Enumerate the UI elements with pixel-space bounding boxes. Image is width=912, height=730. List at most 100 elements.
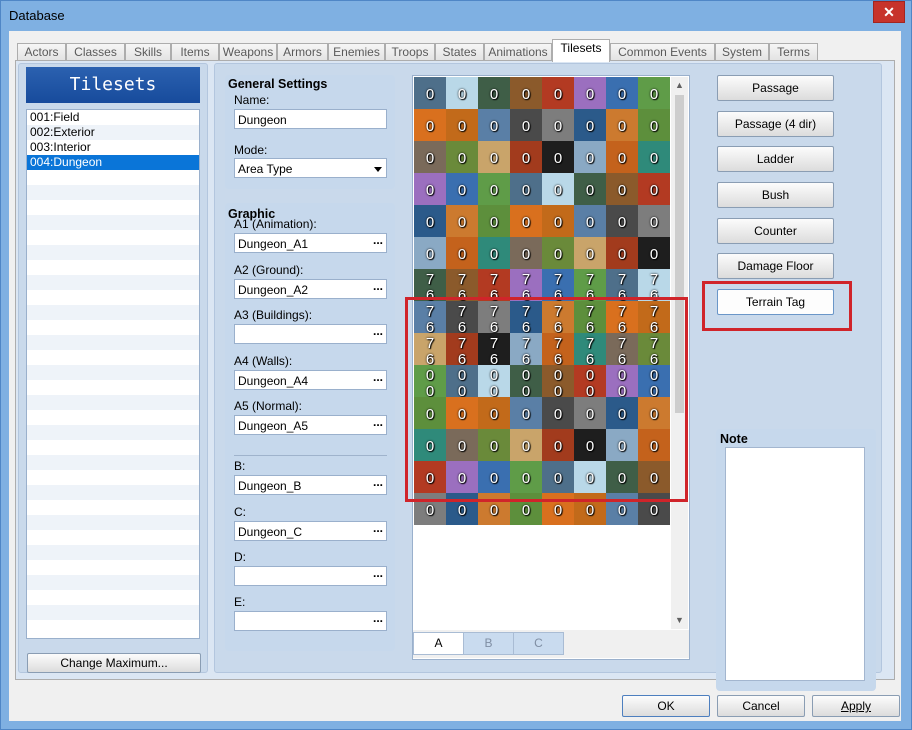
tile-cell[interactable]: 0 (478, 77, 510, 109)
tab-actors[interactable]: Actors (17, 43, 66, 61)
tile-cell[interactable]: 0 (446, 109, 478, 141)
list-item[interactable]: 002:Exterior (27, 125, 199, 140)
tab-terms[interactable]: Terms (769, 43, 818, 61)
subtab-a[interactable]: A (413, 632, 464, 655)
tile-cell[interactable]: 0 (638, 141, 670, 173)
tile-cell[interactable]: 0 (478, 141, 510, 173)
tile-cell[interactable]: 0 (606, 237, 638, 269)
browse-icon[interactable]: ... (373, 412, 383, 432)
scroll-up-icon[interactable]: ▲ (675, 80, 684, 90)
tile-cell[interactable]: 0 (638, 237, 670, 269)
browse-icon[interactable]: ... (373, 367, 383, 387)
tab-states[interactable]: States (435, 43, 484, 61)
tab-weapons[interactable]: Weapons (219, 43, 277, 61)
tab-tilesets[interactable]: Tilesets (552, 39, 610, 62)
cancel-button[interactable]: Cancel (717, 695, 805, 717)
tile-cell[interactable]: 0 (510, 173, 542, 205)
tile-cell[interactable]: 0 (638, 77, 670, 109)
tile-cell[interactable]: 0 (510, 205, 542, 237)
tile-cell[interactable]: 0 (414, 173, 446, 205)
tile-cell[interactable]: 0 (446, 141, 478, 173)
subtab-b[interactable]: B (463, 632, 514, 655)
tab-items[interactable]: Items (171, 43, 219, 61)
tile-cell[interactable]: 0 (510, 109, 542, 141)
tile-cell[interactable]: 0 (606, 141, 638, 173)
tile-cell[interactable]: 0 (574, 205, 606, 237)
list-item[interactable]: 001:Field (27, 110, 199, 125)
tile-cell[interactable]: 0 (414, 141, 446, 173)
d-file-field[interactable]: ... (234, 566, 387, 586)
a3-file-field[interactable]: ... (234, 324, 387, 344)
tile-cell[interactable]: 0 (606, 173, 638, 205)
tile-cell[interactable]: 0 (510, 77, 542, 109)
tile-cell[interactable]: 0 (606, 205, 638, 237)
apply-button[interactable]: Apply (812, 695, 900, 717)
title-bar[interactable]: Database ✕ (1, 1, 911, 31)
tile-cell[interactable]: 0 (414, 205, 446, 237)
tile-cell[interactable]: 0 (638, 205, 670, 237)
tile-cell[interactable]: 0 (574, 237, 606, 269)
tile-cell[interactable]: 0 (542, 141, 574, 173)
e-file-field[interactable]: ... (234, 611, 387, 631)
browse-icon[interactable]: ... (373, 472, 383, 492)
a2-file-field[interactable]: Dungeon_A2... (234, 279, 387, 299)
tile-cell[interactable]: 0 (510, 141, 542, 173)
tile-cell[interactable]: 0 (446, 205, 478, 237)
tile-cell[interactable]: 0 (478, 109, 510, 141)
tile-cell[interactable]: 0 (478, 205, 510, 237)
c-file-field[interactable]: Dungeon_C... (234, 521, 387, 541)
a4-file-field[interactable]: Dungeon_A4... (234, 370, 387, 390)
tile-cell[interactable]: 0 (574, 173, 606, 205)
tile-cell[interactable]: 0 (574, 141, 606, 173)
browse-icon[interactable]: ... (373, 276, 383, 296)
tile-cell[interactable]: 0 (510, 237, 542, 269)
change-maximum-button[interactable]: Change Maximum... (27, 653, 201, 673)
a5-file-field[interactable]: Dungeon_A5... (234, 415, 387, 435)
browse-icon[interactable]: ... (373, 518, 383, 538)
tile-cell[interactable]: 0 (574, 77, 606, 109)
tab-enemies[interactable]: Enemies (328, 43, 385, 61)
damage-floor-button[interactable]: Damage Floor (717, 253, 834, 279)
tile-cell[interactable]: 0 (446, 173, 478, 205)
browse-icon[interactable]: ... (373, 321, 383, 341)
tile-cell[interactable]: 0 (638, 173, 670, 205)
tile-cell[interactable]: 0 (414, 77, 446, 109)
ladder-button[interactable]: Ladder (717, 146, 834, 172)
browse-icon[interactable]: ... (373, 608, 383, 628)
tile-cell[interactable]: 0 (542, 173, 574, 205)
tile-cell[interactable]: 0 (414, 237, 446, 269)
browse-icon[interactable]: ... (373, 563, 383, 583)
tileset-list[interactable]: 001:Field 002:Exterior 003:Interior 004:Dun… (26, 109, 200, 639)
tile-cell[interactable]: 0 (446, 237, 478, 269)
subtab-c[interactable]: C (513, 632, 564, 655)
counter-button[interactable]: Counter (717, 218, 834, 244)
scroll-down-icon[interactable]: ▼ (675, 615, 684, 625)
tile-cell[interactable]: 0 (638, 109, 670, 141)
tile-cell[interactable]: 0 (446, 77, 478, 109)
browse-icon[interactable]: ... (373, 230, 383, 250)
tile-cell[interactable]: 0 (606, 77, 638, 109)
tile-cell[interactable]: 0 (478, 173, 510, 205)
tile-cell[interactable]: 0 (542, 205, 574, 237)
close-button[interactable]: ✕ (873, 1, 905, 23)
tab-skills[interactable]: Skills (125, 43, 171, 61)
b-file-field[interactable]: Dungeon_B... (234, 475, 387, 495)
tile-cell[interactable]: 0 (574, 109, 606, 141)
tile-cell[interactable]: 0 (542, 237, 574, 269)
tab-common-events[interactable]: Common Events (610, 43, 715, 61)
tab-system[interactable]: System (715, 43, 769, 61)
ok-button[interactable]: OK (622, 695, 710, 717)
list-item[interactable]: 004:Dungeon (27, 155, 199, 170)
tile-cell[interactable]: 0 (542, 109, 574, 141)
mode-select[interactable]: Area Type (234, 158, 387, 178)
name-input[interactable]: Dungeon (234, 109, 387, 129)
list-item[interactable]: 003:Interior (27, 140, 199, 155)
note-textarea[interactable] (725, 447, 865, 681)
a1-file-field[interactable]: Dungeon_A1... (234, 233, 387, 253)
passage-button[interactable]: Passage (717, 75, 834, 101)
tab-troops[interactable]: Troops (385, 43, 435, 61)
tab-armors[interactable]: Armors (277, 43, 328, 61)
tile-cell[interactable]: 0 (606, 109, 638, 141)
tab-animations[interactable]: Animations (484, 43, 552, 61)
tile-cell[interactable]: 0 (542, 77, 574, 109)
